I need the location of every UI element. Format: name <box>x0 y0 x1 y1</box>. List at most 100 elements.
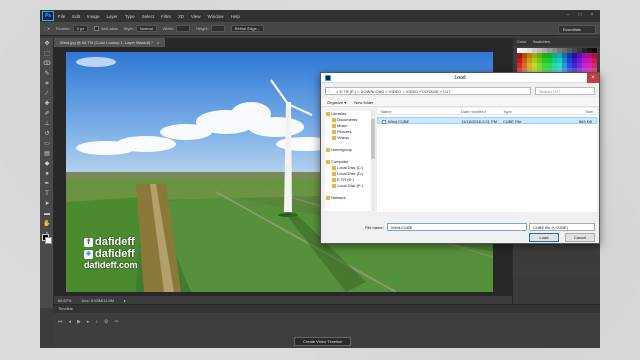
cut-icon[interactable]: ✂ <box>114 319 118 325</box>
nav-item-label: Pictures <box>337 129 352 134</box>
feather-label: Feather: <box>55 26 71 31</box>
timeline-panel: Timeline ⏮ ◂ ▶ ▸ ♪ ⚙ ✂ Create Video Time… <box>54 304 600 348</box>
timeline-controls: ⏮ ◂ ▶ ▸ ♪ ⚙ ✂ <box>58 319 119 325</box>
blur-icon[interactable]: ◆ <box>42 160 52 168</box>
width-option: Width: <box>163 25 190 32</box>
width-label: Width: <box>162 26 174 31</box>
timeline-title: Timeline <box>54 305 600 313</box>
file-row[interactable]: Wind.CUBE 11/16/2016 2:21 PM CUBE File 8… <box>377 117 597 124</box>
gradient-icon[interactable]: ▤ <box>42 150 52 158</box>
minimize-icon[interactable]: – <box>564 12 572 19</box>
menu-type[interactable]: Type <box>125 14 135 19</box>
next-frame-icon[interactable]: ▸ <box>87 319 90 325</box>
color-panel-tabs: Color Swatches <box>513 38 600 46</box>
play-icon[interactable]: ▶ <box>77 319 81 325</box>
height-input[interactable] <box>210 25 225 32</box>
new-folder-button[interactable]: New folder <box>354 100 373 105</box>
nav-item-label: Local Disk (F:) <box>337 183 363 188</box>
nav-item-label: Computer <box>331 159 349 164</box>
shape-icon[interactable]: ▬ <box>42 210 52 218</box>
crop-icon[interactable]: ⌗ <box>42 80 52 88</box>
folder-icon <box>332 166 336 170</box>
eraser-icon[interactable]: ▭ <box>42 140 52 148</box>
antialias-option[interactable]: Anti-alias <box>94 26 118 31</box>
prev-frame-icon[interactable]: ◂ <box>69 319 72 325</box>
menu-select[interactable]: Select <box>142 14 155 19</box>
filetype-select[interactable]: CUBE file (*.CUBE) <box>529 223 595 231</box>
move-tool-icon[interactable]: ✥ <box>42 40 52 48</box>
brush-icon[interactable]: ✐ <box>42 110 52 118</box>
watermark-line-facebook: f dafideff <box>84 236 138 248</box>
nav-item[interactable]: Network <box>325 195 373 201</box>
hand-icon[interactable]: ✋ <box>42 220 52 228</box>
column-date[interactable]: Date modified <box>461 108 503 114</box>
load-button[interactable]: Load <box>529 233 559 242</box>
menu-view[interactable]: View <box>191 14 201 19</box>
audio-icon[interactable]: ♪ <box>95 319 98 325</box>
feather-input[interactable]: 0 px <box>72 25 89 32</box>
cancel-button[interactable]: Cancel <box>565 233 595 242</box>
marquee-icon[interactable]: ⬚ <box>42 50 52 58</box>
nav-scrollbar[interactable] <box>371 111 375 211</box>
tab-swatches[interactable]: Swatches <box>533 38 550 46</box>
menu-file[interactable]: File <box>58 14 65 19</box>
folder-icon <box>332 118 336 122</box>
style-select[interactable]: Normal <box>135 25 157 32</box>
history-brush-icon[interactable]: ↺ <box>42 130 52 138</box>
panel-lower <box>513 278 600 304</box>
settings-icon[interactable]: ⚙ <box>104 319 108 325</box>
watermark-handle-1: dafideff <box>95 236 135 248</box>
nav-item-label: E:TR (E:) <box>337 177 354 182</box>
menu-window[interactable]: Window <box>208 14 224 19</box>
path-select-icon[interactable]: ➤ <box>42 200 52 208</box>
antialias-checkbox[interactable] <box>94 26 100 31</box>
refine-edge-button[interactable]: Refine Edge... <box>230 25 265 32</box>
close-icon[interactable]: × <box>588 12 596 19</box>
lasso-icon[interactable]: ↀ <box>42 60 52 68</box>
tab-close-icon[interactable]: × <box>157 40 159 45</box>
nav-item-label: Network <box>331 195 346 200</box>
filename-label: File name: <box>365 225 384 230</box>
stamp-icon[interactable]: ⊥ <box>42 120 52 128</box>
type-icon[interactable]: T <box>42 190 52 198</box>
menu-edit[interactable]: Edit <box>72 14 80 19</box>
organize-button[interactable]: Organize ▾ <box>327 100 346 105</box>
first-frame-icon[interactable]: ⏮ <box>58 319 63 325</box>
background-color-swatch[interactable] <box>45 237 52 244</box>
create-video-timeline-button[interactable]: Create Video Timeline <box>294 337 352 346</box>
column-name[interactable]: Name <box>377 108 461 114</box>
zoom-level[interactable]: 66.67% <box>58 298 72 303</box>
column-size[interactable]: Size <box>559 108 597 114</box>
address-bar[interactable]: > E:TR (E:) > DOWNLOAD > VIDEO > VIDEO F… <box>325 87 531 95</box>
options-bar: ⬚▾ Feather: 0 px Anti-alias Style: Normal … <box>40 22 600 36</box>
menu-3d[interactable]: 3D <box>178 14 184 19</box>
folder-icon <box>326 112 330 116</box>
folder-icon <box>332 172 336 176</box>
menu-layer[interactable]: Layer <box>107 14 118 19</box>
tools-panel: ✥ ⬚ ↀ ✎ ⌗ ⁄ ✚ ✐ ⊥ ↺ ▭ ▤ ◆ ● ✒ T ➤ ▬ ✋ ⌕ <box>40 38 54 308</box>
healing-icon[interactable]: ✚ <box>42 100 52 108</box>
column-type[interactable]: Type <box>503 108 559 114</box>
twitter-icon: ✦ <box>84 249 93 259</box>
marquee-tool-icon[interactable]: ⬚▾ <box>44 26 50 31</box>
pen-icon[interactable]: ✒ <box>42 180 52 188</box>
filename-input[interactable]: Wind.CUBE <box>387 223 527 231</box>
nav-scroll-thumb[interactable] <box>371 119 375 159</box>
eyedropper-icon[interactable]: ⁄ <box>42 90 52 98</box>
width-input[interactable] <box>175 25 190 32</box>
maximize-icon[interactable]: □ <box>576 12 584 19</box>
status-arrow-icon[interactable]: ▸ <box>124 298 126 303</box>
search-input[interactable]: Search LUT <box>535 87 595 95</box>
back-forward-icon[interactable]: ‹ › <box>325 88 329 93</box>
tab-color[interactable]: Color <box>517 38 527 46</box>
command-bar: Organize ▾ New folder <box>321 98 599 107</box>
menu-help[interactable]: Help <box>231 14 240 19</box>
menu-filter[interactable]: Filter <box>161 14 171 19</box>
dialog-close-icon[interactable]: × <box>587 73 599 83</box>
photoshop-logo: Ps <box>42 11 54 21</box>
dodge-icon[interactable]: ● <box>42 170 52 178</box>
menu-image[interactable]: Image <box>87 14 100 19</box>
document-tab[interactable]: Wind.jpg @ 66.7% (Color Lookup 1, Layer … <box>54 38 166 47</box>
workspace-select[interactable]: Essentials <box>557 25 596 34</box>
quick-select-icon[interactable]: ✎ <box>42 70 52 78</box>
